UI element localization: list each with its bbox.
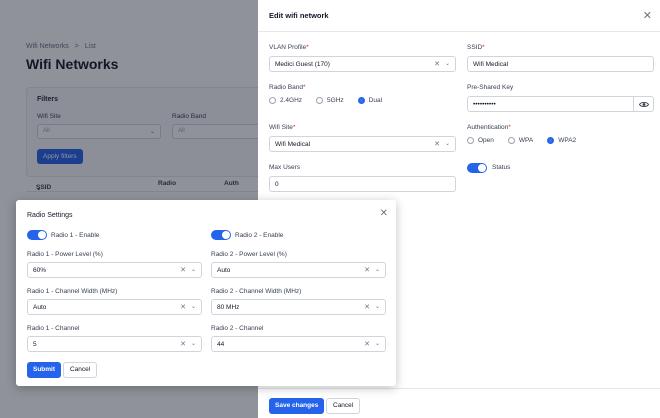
radio-band-2-4ghz-label: 2.4GHz	[280, 97, 303, 104]
auth-open[interactable]	[467, 137, 474, 144]
vlan-profile-label-text: VLAN Profile	[269, 44, 307, 51]
required-mark: *	[508, 124, 511, 131]
radio-band-label: Radio Band*	[269, 84, 306, 91]
chevron-down-icon[interactable]: ⌄	[375, 340, 380, 347]
clear-icon[interactable]: ✕	[434, 140, 440, 148]
chevron-down-icon[interactable]: ⌄	[191, 303, 196, 310]
wifi-site-value: Wifi Medical	[275, 141, 311, 148]
radio2-enable-label: Radio 2 - Enable	[235, 232, 284, 239]
radio2-power-value: Auto	[217, 267, 231, 274]
radio2-toggle-knob	[222, 231, 230, 239]
wifi-site-label-text: Wifi Site	[269, 124, 293, 131]
toggle-password-visibility[interactable]	[634, 96, 654, 112]
authentication-group: Open WPA WPA2	[467, 137, 576, 144]
status-toggle-knob	[478, 164, 486, 172]
vlan-profile-select[interactable]: Medici Guest (170) ✕ ⌄	[269, 56, 456, 72]
max-users-input[interactable]: 0	[269, 176, 456, 192]
chevron-down-icon[interactable]: ⌄	[445, 140, 450, 147]
radio2-enable-toggle[interactable]	[211, 230, 231, 240]
radio1-channel-select[interactable]: 5 ✕ ⌄	[27, 336, 202, 352]
wifi-site-select[interactable]: Wifi Medical ✕ ⌄	[269, 136, 456, 152]
psk-label: Pre-Shared Key	[467, 84, 514, 91]
chevron-down-icon[interactable]: ⌄	[375, 266, 380, 273]
radio2-power-label: Radio 2 - Power Level (%)	[211, 251, 287, 258]
required-mark: *	[306, 44, 309, 51]
drawer-title: Edit wifi network	[269, 11, 329, 20]
required-mark: *	[482, 44, 485, 51]
radio2-width-value: 80 MHz	[217, 304, 240, 311]
drawer-header: Edit wifi network ✕	[258, 0, 660, 32]
radio2-channel-select[interactable]: 44 ✕ ⌄	[211, 336, 386, 352]
radio1-power-value: 60%	[33, 267, 47, 274]
chevron-down-icon[interactable]: ⌄	[445, 60, 450, 67]
ssid-label: SSID*	[467, 44, 485, 51]
auth-wpa2-label: WPA2	[558, 137, 577, 144]
max-users-value: 0	[275, 181, 279, 188]
eye-icon	[639, 102, 649, 107]
auth-wpa-label: WPA	[518, 137, 534, 144]
radio1-width-label: Radio 1 - Channel Width (MHz)	[27, 288, 118, 295]
radio-band-group: 2.4GHz 5GHz Dual	[269, 97, 382, 104]
vlan-profile-value: Medici Guest (170)	[275, 61, 330, 68]
save-changes-button[interactable]: Save changes	[269, 398, 325, 414]
drawer-footer: Save changes Cancel	[258, 388, 660, 418]
authentication-label: Authentication*	[467, 124, 511, 131]
required-mark: *	[292, 124, 296, 131]
clear-icon[interactable]: ✕	[180, 340, 186, 348]
radio-band-5ghz-label: 5GHz	[327, 97, 344, 104]
radio1-power-select[interactable]: 60% ✕ ⌄	[27, 262, 202, 278]
status-toggle[interactable]	[467, 163, 487, 173]
close-icon[interactable]: ✕	[380, 208, 388, 219]
close-icon[interactable]: ✕	[643, 9, 652, 22]
radio2-width-select[interactable]: 80 MHz ✕ ⌄	[211, 299, 386, 315]
ssid-input[interactable]: Wifi Medical	[467, 56, 654, 72]
radio1-channel-value: 5	[33, 341, 37, 348]
radio1-power-label: Radio 1 - Power Level (%)	[27, 251, 103, 258]
radio1-width-select[interactable]: Auto ✕ ⌄	[27, 299, 202, 315]
max-users-label: Max Users	[269, 164, 301, 171]
required-mark: *	[302, 84, 306, 91]
modal-cancel-button[interactable]: Cancel	[63, 362, 98, 378]
radio-settings-modal: Radio Settings ✕ Radio 1 - Enable Radio …	[16, 200, 396, 386]
psk-input[interactable]: ••••••••••	[467, 96, 634, 112]
auth-open-label: Open	[478, 137, 494, 144]
chevron-down-icon[interactable]: ⌄	[191, 266, 196, 273]
clear-icon[interactable]: ✕	[180, 303, 186, 311]
radio2-channel-label: Radio 2 - Channel	[211, 325, 264, 332]
auth-wpa2[interactable]	[547, 137, 555, 144]
auth-wpa[interactable]	[507, 137, 515, 144]
chevron-down-icon[interactable]: ⌄	[191, 340, 196, 347]
status-label: Status	[492, 164, 511, 171]
radio-band-2-4ghz[interactable]	[269, 97, 276, 104]
radio-band-dual[interactable]	[357, 97, 365, 104]
clear-icon[interactable]: ✕	[434, 60, 440, 68]
radio1-enable-label: Radio 1 - Enable	[51, 232, 100, 239]
ssid-label-text: SSID	[467, 44, 483, 51]
submit-button[interactable]: Submit	[27, 362, 62, 378]
radio1-channel-label: Radio 1 - Channel	[27, 325, 80, 332]
radio-band-dual-label: Dual	[368, 97, 383, 104]
radio1-enable-toggle[interactable]	[27, 230, 47, 240]
vlan-profile-label: VLAN Profile*	[269, 44, 309, 51]
wifi-site-label: Wifi Site*	[269, 124, 295, 131]
radio1-width-value: Auto	[33, 304, 47, 311]
cancel-button[interactable]: Cancel	[326, 398, 361, 414]
clear-icon[interactable]: ✕	[364, 303, 370, 311]
clear-icon[interactable]: ✕	[180, 266, 186, 274]
radio2-power-select[interactable]: Auto ✕ ⌄	[211, 262, 386, 278]
radio2-channel-value: 44	[217, 341, 225, 348]
clear-icon[interactable]: ✕	[364, 340, 370, 348]
modal-title: Radio Settings	[27, 212, 73, 219]
ssid-value: Wifi Medical	[473, 61, 509, 68]
chevron-down-icon[interactable]: ⌄	[375, 303, 380, 310]
psk-value: ••••••••••	[473, 101, 496, 108]
radio1-toggle-knob	[38, 231, 46, 239]
radio-band-5ghz[interactable]	[316, 97, 324, 104]
clear-icon[interactable]: ✕	[364, 266, 370, 274]
radio2-width-label: Radio 2 - Channel Width (MHz)	[211, 288, 302, 295]
radio-band-label-text: Radio Band	[269, 84, 303, 91]
authentication-label-text: Authentication	[467, 124, 509, 131]
